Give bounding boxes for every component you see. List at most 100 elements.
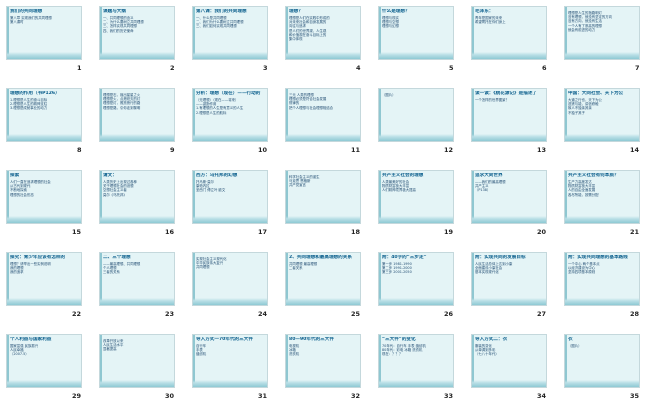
slide-thumbnail-6[interactable]: 毛泽东： 青年是国家的未来 希望寄托在你们身上 [471,6,547,60]
slide-body: 青年是国家的未来 希望寄托在你们身上 [475,16,543,24]
slide-body-line: 各尽所能，按需分配 [568,192,599,197]
slide-title: 什么是理想？ [382,9,410,14]
slide-thumbnail-9[interactable]: 理想是石，敲出星星之火 理想是火，点燃熄灭的灯 理想是灯，照亮夜行的路 理想是路，引你… [99,88,175,142]
slide-thumbnail-11[interactable]: 三元 人类的理想 理想必须是符合社会发展 规律的 把个人理想与社会理想相结合 [285,88,361,142]
slide-body-line: 2.理想是人生的航标 [196,110,227,115]
slide-body-line: 希望寄托在你们身上 [475,20,506,25]
slide-thumbnail-26[interactable]: 附：40字的“三步走” 第一步 1981-1990 第二步 1991-2000 第三步… [378,252,454,306]
slide-title: 理想的作用（书P126） [10,91,60,96]
slide-thumbnail-15[interactable]: 探索 人们一直在追求理想的社会 从古代到现代 不断地探索 理想的社会形态 [6,170,82,224]
slide-wave-decoration [472,52,546,59]
slide-title: 衣 [568,337,573,342]
slide-body-line: 3.理想是成就事业的动力 [10,106,48,111]
slide-body-line: （2007.5） [10,352,29,357]
slide-wave-decoration [472,216,546,223]
slide-thumbnail-14[interactable]: 中国：大同社会、天下为公大道之行也，天下为公 选贤与能，讲信修睦 故人不独亲其亲 不独… [564,88,640,142]
slide-body: 人类历史上出现过各种 关于理想社会的设想 空想社会主义者 莫尔《乌托邦》 [103,180,171,197]
slide-number: 30 [165,392,175,400]
slide-thumbnail-31[interactable]: 导入方式一70年代的三大件自行车 手表 缝纫机 [192,334,268,388]
slide-body: 服装的变化 从单调到多彩 （七八十年代） [475,344,543,357]
slide-thumbnail-8[interactable]: 理想的作用（书P126） 1.理想是人生的奋斗目标 2.理想是人生的精神支柱 3.理想… [6,88,82,142]
slide-wave-decoration [7,216,81,223]
slide-thumbnail-34[interactable]: 导入方式二：衣服装的变化 从单调到多彩 （七八十年代） [471,334,547,388]
slide-title: 分析：理想（现在）——行动的 [196,91,261,96]
slide-title: 2、共同理想和最高理想的关系 [289,255,352,260]
slide-body-line: （图片） [382,93,396,97]
slide-number: 22 [72,310,82,318]
slide-title: 80—90年代的三大件 [289,337,334,342]
slide-thumbnail-16[interactable]: 请文： 人类历史上出现过各种 关于理想社会的设想 空想社会主义者 莫尔《乌托邦》 [99,170,175,224]
slide-thumbnail-24[interactable]: 实现社会主义现代化 中华民族伟大复兴 共同理想 [192,252,268,306]
slide-body-line: 共同理想 [196,265,210,270]
slide-thumbnail-21[interactable]: 共产主义社会有何本质？ 生产力高度发达 物质财富极大丰富 人的自由全面发展 各尽所能，按… [564,170,640,224]
slide-thumbnail-28[interactable]: 附：实现共同理想的基本路线 一个中心 两个基本点 以经济建设为中心 坚持四项基本原则 [564,252,640,306]
slide-body: 理想是人们在实践中形成的 对未来社会和自身发展的 向往与追求 是人们的世界观、人生观和… [289,16,357,41]
slide-number: 31 [258,392,268,400]
slide-body: 70年代：自行车 手表 缝纫机 80年代：彩电 冰箱 洗衣机 现在：？？？ [382,344,450,357]
slide-thumbnail-3[interactable]: 第八课：我们的共同理想 一、什么是共同理想 二、我们为什么要树立共同理想 三、我们如何… [192,6,268,60]
slide-body-line: 就会有前进的动力 [568,27,596,32]
slide-title: 导入方式二：衣 [475,337,508,342]
slide-body: 理想是人生的指路明灯 没有理想，就没有坚定的方向 没有方向，就没有生活 一个人有了崇高… [568,11,636,32]
slide-sorter-grid: 我们的共同理想 第八章 实现我们的共同理想 第八课时 1 课题与大纲 一、共同理想的含义二… [0,0,660,414]
slide-thumbnail-4[interactable]: 理想？ 理想是人们在实践中形成的 对未来社会和自身发展的 向往与追求 是人们的世界观、人… [285,6,361,60]
slide-title: 中国：大同社会、天下为公 [568,91,624,96]
slide-thumbnail-17[interactable]: 西方：乌托邦的幻想 托马斯·莫尔 康帕内拉 圣西门 傅立叶 欧文 [192,170,268,224]
slide-wave-decoration [193,216,267,223]
slide-thumbnail-33[interactable]: “三大件”的变化 70年代：自行车 手表 缝纫机 80年代：彩电 冰箱 洗衣机 现在：… [378,334,454,388]
slide-wave-decoration [472,298,546,305]
slide-body-line: （图片） [568,344,582,348]
slide-wave-decoration [565,52,639,59]
slide-body-line: 集中体现 [289,37,303,42]
slide-body-line: 现在：？？？ [382,352,403,357]
slide-body-line: 我的追求 [10,270,24,275]
slide-body: 大道之行也，天下为公 选贤与能，讲信修睦 故人不独亲其亲 不独子其子 [568,98,636,115]
slide-thumbnail-7[interactable]: 理想是人生的指路明灯 没有理想，就没有坚定的方向 没有方向，就没有生活 一个人有了崇高… [564,6,640,60]
slide-wave-decoration [193,134,267,141]
slide-thumbnail-23[interactable]: 二、三个理想 ——最高理想、共同理想 个人理想 三者的关系 [99,252,175,306]
slide-thumbnail-18[interactable]: 科学社会主义的诞生 马克思 恩格斯 共产党宣言 [285,170,361,224]
slide-thumbnail-1[interactable]: 我们的共同理想 第八章 实现我们的共同理想 第八课时 [6,6,82,60]
slide-number: 29 [72,392,82,400]
slide-wave-decoration [565,380,639,387]
slide-number: 17 [258,228,268,236]
slide-title: 导入方式一70年代的三大件 [196,337,253,342]
slide-title: 共产主义社会有何本质？ [568,173,619,178]
slide-body: 一个怎样的世界图景？ [475,98,543,102]
slide-thumbnail-5[interactable]: 什么是理想？ 理想与现实 理想与空想 理想与幻想 [378,6,454,60]
slide-thumbnail-30[interactable]: 改革开放以来 人民生活水平 显著提高 [99,334,175,388]
slide-number: 3 [263,64,268,72]
slide-title: 读一读：《桃花源记》是描述了 [475,91,538,96]
slide-thumbnail-32[interactable]: 80—90年代的三大件 电视机 冰箱 洗衣机 [285,334,361,388]
slide-number: 18 [351,228,361,236]
slide-thumbnail-29[interactable]: 个人利益与国家利益 国家富强 民族振兴 人民幸福 （2007.5） [6,334,82,388]
slide-number: 8 [77,146,82,154]
slide-number: 10 [258,146,268,154]
slide-thumbnail-35[interactable]: 衣 （图片） [564,334,640,388]
slide-body: 国家富强 民族振兴 人民幸福 （2007.5） [10,344,78,357]
slide-thumbnail-2[interactable]: 课题与大纲 一、共同理想的含义 二、为什么要树立共同理想 三、怎样实现共同理想 四、我们… [99,6,175,60]
slide-thumbnail-12[interactable]: （图片） [378,88,454,142]
slide-thumbnail-19[interactable]: 共产主义社会的理想 人类最美好的社会 物质财富极大丰富 人们精神境界极大提高 [378,170,454,224]
slide-body-line: 一个怎样的世界图景？ [475,98,509,102]
slide-thumbnail-10[interactable]: 分析：理想（现在）——行动的 （无理想）（现在——将来） ——激励作用 1.有理想的人… [192,88,268,142]
slide-title: 第八课：我们的共同理想 [196,9,247,14]
slide-body: ——最高理想、共同理想 个人理想 三者的关系 [103,262,171,275]
slide-title: 理想？ [289,9,303,14]
slide-body-line: （P138） [475,188,491,193]
slide-thumbnail-27[interactable]: 附：实现共同的发展目标 人民生活总体上达到小康 全面建设小康社会 基本实现现代化 [471,252,547,306]
slide-thumbnail-25[interactable]: 2、共同理想和最高理想的关系 共同理想 最高理想 二者关系 [285,252,361,306]
slide-body-line: 共产党宣言 [289,183,306,188]
slide-number: 24 [258,310,268,318]
slide-body: 自行车 手表 缝纫机 [196,344,264,357]
slide-title: 追求大同世界 [475,173,503,178]
slide-number: 13 [537,146,547,154]
slide-thumbnail-20[interactable]: 追求大同世界 ——我们的最高理想 共产主义 （P138） [471,170,547,224]
slide-title: 附：实现共同理想的基本路线 [568,255,628,260]
slide-thumbnail-13[interactable]: 读一读：《桃花源记》是描述了 一个怎样的世界图景？ [471,88,547,142]
slide-wave-decoration [286,134,360,141]
slide-title: 请文： [103,173,117,178]
slide-body: 托马斯·莫尔 康帕内拉 圣西门 傅立叶 欧文 [196,180,264,193]
slide-number: 21 [630,228,640,236]
slide-thumbnail-22[interactable]: 探究：青少年应该有怎样的 理想？请举出一些实例说明 我的理想 我的追求 [6,252,82,306]
